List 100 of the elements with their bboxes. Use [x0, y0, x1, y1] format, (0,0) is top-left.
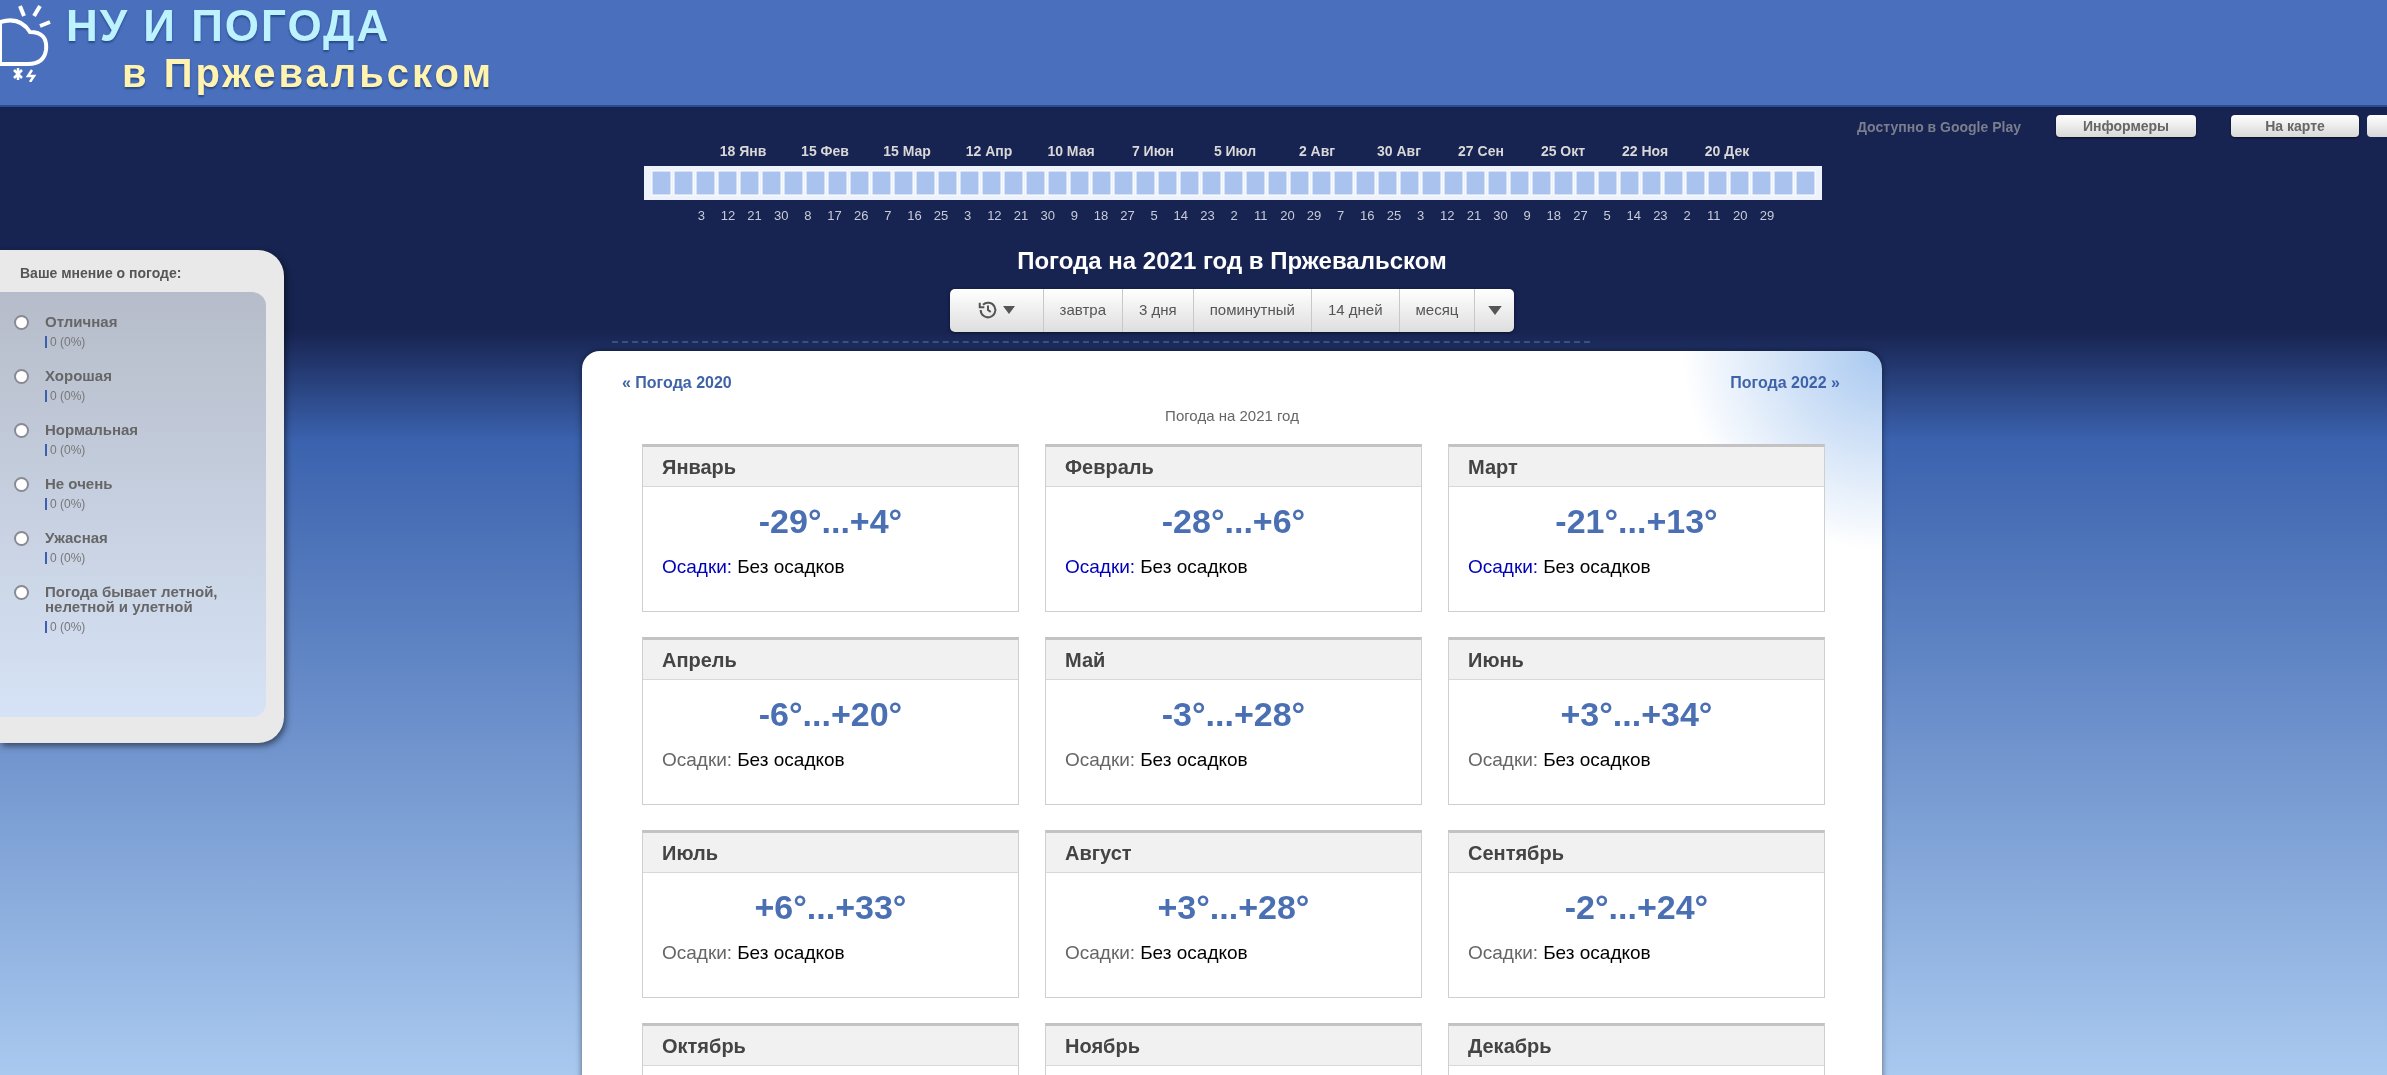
vote-count: 0 (0%) [50, 496, 86, 513]
poll-option-label[interactable]: Отличная [45, 314, 245, 329]
timeline-month-label: 12 Апр [964, 143, 1014, 159]
month-name: Апрель [662, 647, 737, 673]
timeline-day-label: 20 [1732, 207, 1749, 225]
radio-button[interactable] [14, 423, 29, 438]
timeline-day-label: 7 [883, 207, 893, 225]
precipitation-label: Осадки: [1468, 748, 1539, 772]
timeline-day-label: 29 [1305, 207, 1323, 225]
precipitation-label: Осадки: [662, 748, 733, 772]
timeline-day-label: 16 [906, 207, 923, 225]
subtitle: Погода на 2021 год [1165, 405, 1299, 426]
timeline-day-label: 12 [719, 207, 737, 225]
timeline-day-label: 2 [1682, 207, 1692, 225]
month-name: Сентябрь [1468, 840, 1564, 866]
timeline-month-label: 20 Дек [1703, 143, 1751, 159]
timeline-day-label: 30 [1039, 207, 1056, 225]
period-tab[interactable]: завтра [1042, 288, 1122, 332]
timeline-day-label: 17 [826, 207, 843, 225]
next-year-link[interactable]: Погода 2022 » [1730, 370, 1840, 395]
nav-button[interactable]: На карте [2231, 115, 2359, 137]
previous-year-link[interactable]: « Погода 2020 [622, 370, 732, 395]
timeline-day-label: 12 [986, 207, 1003, 225]
vote-count: 0 (0%) [50, 550, 86, 567]
temperature-range: -6°...+20° [758, 694, 903, 734]
poll-option-label[interactable]: Погода бывает летной, нелетной и улетной [45, 584, 245, 614]
timeline-day-label: 26 [852, 207, 870, 225]
timeline-day-label: 21 [1465, 207, 1483, 225]
timeline-day-label: 3 [1416, 207, 1426, 225]
precipitation-label: Осадки: [662, 941, 733, 965]
logo-subtitle[interactable]: в Пржевальском [122, 50, 494, 96]
timeline-day-label: 3 [963, 207, 973, 225]
radio-button[interactable] [14, 531, 29, 546]
period-tab[interactable]: 14 дней [1310, 288, 1399, 332]
google-play-link[interactable]: Доступно в Google Play [1856, 117, 2021, 138]
timeline-day-label: 11 [1705, 207, 1722, 225]
precipitation-value: Без осадков [1140, 941, 1248, 965]
nav-button[interactable]: Информеры [2056, 115, 2196, 137]
poll-option-label[interactable]: Хорошая [45, 368, 245, 383]
timeline-month-label: 15 Фев [800, 143, 850, 159]
timeline-day-label: 30 [773, 207, 790, 225]
timeline-day-label: 21 [746, 207, 763, 225]
precipitation-link[interactable]: Осадки: [1065, 553, 1136, 582]
timeline-month-label: 25 Окт [1539, 143, 1587, 159]
timeline-month-label: 7 Июн [1130, 143, 1176, 159]
precipitation-value: Без осадков [1543, 555, 1651, 579]
period-tab[interactable]: поминутный [1192, 288, 1311, 332]
poll-option-label[interactable]: Не очень [45, 476, 245, 491]
poll-option-label[interactable]: Нормальная [45, 422, 245, 437]
timeline-bar[interactable] [644, 166, 1822, 200]
timeline-month-label: 15 Мар [882, 143, 932, 159]
temperature-range: +3°...+34° [1560, 694, 1713, 734]
temperature-range: -2°...+24° [1564, 887, 1709, 927]
timeline-day-label: 5 [1602, 207, 1612, 225]
month-name: Июнь [1468, 647, 1524, 673]
timeline-month-label: 10 Мая [1046, 143, 1096, 159]
timeline-day-label: 25 [932, 207, 950, 225]
radio-button[interactable] [14, 585, 29, 600]
timeline-day-label: 25 [1385, 207, 1403, 225]
radio-button[interactable] [14, 369, 29, 384]
temperature-range: -21°...+13° [1555, 501, 1718, 541]
temperature-range: -28°...+6° [1161, 501, 1306, 541]
radio-button[interactable] [14, 477, 29, 492]
precipitation-label: Осадки: [1065, 748, 1136, 772]
timeline-month-label: 18 Янв [718, 143, 768, 159]
timeline-month-label: 27 Сен [1457, 143, 1505, 159]
radio-button[interactable] [14, 315, 29, 330]
month-name: Март [1468, 454, 1518, 480]
timeline-day-label: 9 [1069, 207, 1079, 225]
precipitation-link[interactable]: Осадки: [662, 553, 733, 582]
timeline-day-label: 5 [1149, 207, 1159, 225]
logo-title[interactable]: НУ И ПОГОДА [66, 2, 494, 50]
timeline-day-label: 27 [1119, 207, 1136, 225]
precipitation-value: Без осадков [737, 748, 845, 772]
period-tab[interactable]: месяц [1398, 288, 1475, 332]
timeline-day-label: 18 [1545, 207, 1563, 225]
temperature-range: +3°...+28° [1157, 887, 1310, 927]
month-name: Ноябрь [1065, 1033, 1140, 1059]
timeline-day-label: 23 [1199, 207, 1216, 225]
precipitation-value: Без осадков [1543, 941, 1651, 965]
month-name: Февраль [1065, 454, 1154, 480]
timeline-day-label: 14 [1625, 207, 1642, 225]
timeline-day-label: 18 [1092, 207, 1110, 225]
poll-option-label[interactable]: Ужасная [45, 530, 245, 545]
timeline-month-label: 2 Авг [1297, 143, 1337, 159]
precipitation-value: Без осадков [1140, 555, 1248, 579]
temperature-range: +6°...+33° [754, 887, 907, 927]
timeline-day-label: 2 [1229, 207, 1239, 225]
timeline-day-label: 12 [1439, 207, 1456, 225]
month-name: Октябрь [662, 1033, 746, 1059]
month-name: Январь [662, 454, 737, 480]
month-name: Май [1065, 647, 1106, 673]
timeline-day-label: 20 [1279, 207, 1296, 225]
poll-title: Ваше мнение о погоде: [20, 264, 183, 283]
precipitation-link[interactable]: Осадки: [1468, 553, 1539, 582]
precipitation-value: Без осадков [737, 555, 845, 579]
timeline-month-label: 30 Авг [1376, 143, 1422, 159]
precipitation-label: Осадки: [1065, 941, 1136, 965]
period-tab[interactable]: 3 дня [1122, 288, 1193, 332]
timeline-day-label: 21 [1012, 207, 1030, 225]
